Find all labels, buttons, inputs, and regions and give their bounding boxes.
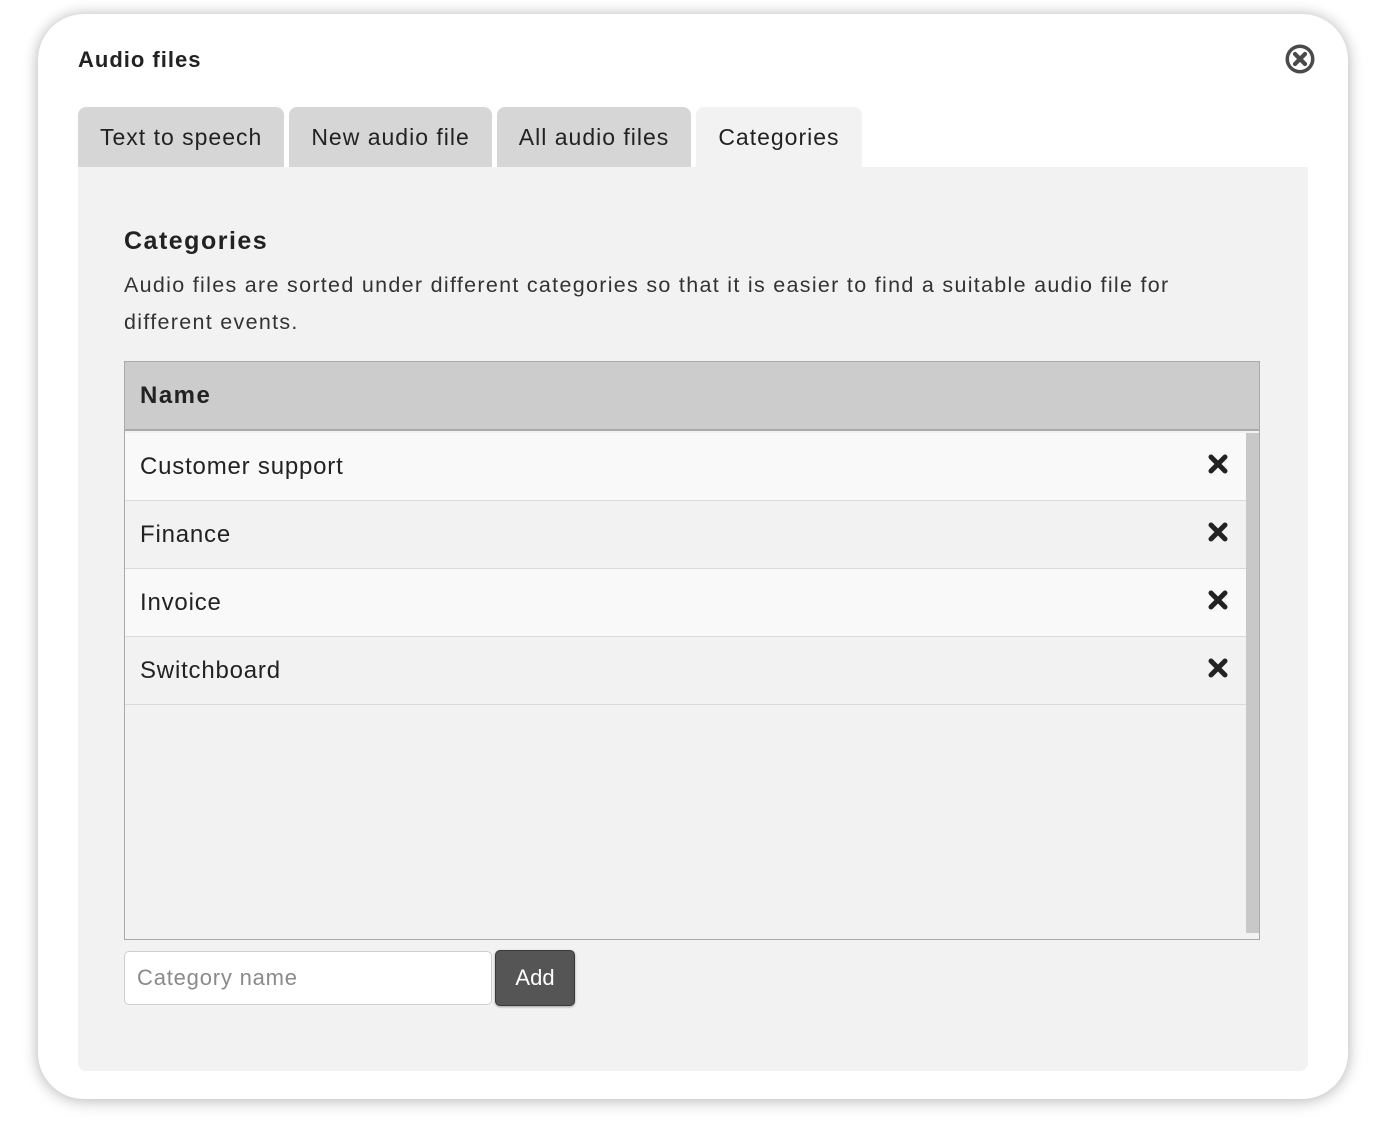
delete-row-button[interactable] bbox=[1207, 589, 1229, 611]
dialog-title: Audio files bbox=[78, 47, 202, 72]
categories-panel: Categories Audio files are sorted under … bbox=[78, 167, 1308, 1071]
delete-row-button[interactable] bbox=[1207, 521, 1229, 543]
tab-new-audio-file[interactable]: New audio file bbox=[289, 107, 492, 167]
column-header-name[interactable]: Name bbox=[125, 362, 1259, 431]
section-heading: Categories bbox=[124, 227, 269, 255]
table-scrollbar[interactable] bbox=[1246, 433, 1259, 933]
table-row[interactable]: Customer support bbox=[125, 433, 1246, 501]
delete-row-button[interactable] bbox=[1207, 657, 1229, 679]
table-row[interactable]: Invoice bbox=[125, 569, 1246, 637]
row-name: Invoice bbox=[140, 589, 222, 616]
tab-categories[interactable]: Categories bbox=[696, 107, 862, 167]
delete-x-icon bbox=[1208, 590, 1228, 610]
delete-x-icon bbox=[1208, 658, 1228, 678]
close-circle-icon bbox=[1285, 44, 1315, 74]
add-button[interactable]: Add bbox=[495, 950, 575, 1006]
tab-bar: Text to speech New audio file All audio … bbox=[78, 107, 867, 167]
audio-files-dialog: Audio files Text to speech New audio fil… bbox=[38, 14, 1348, 1099]
tab-text-to-speech[interactable]: Text to speech bbox=[78, 107, 285, 167]
section-description: Audio files are sorted under different c… bbox=[124, 273, 1170, 334]
delete-x-icon bbox=[1208, 454, 1228, 474]
close-button[interactable] bbox=[1284, 43, 1316, 75]
tab-all-audio-files[interactable]: All audio files bbox=[496, 107, 692, 167]
table-body: Customer support Finance Invoice Switchb… bbox=[125, 433, 1246, 939]
row-name: Customer support bbox=[140, 453, 344, 480]
add-category-form: Add bbox=[124, 950, 575, 1006]
delete-row-button[interactable] bbox=[1207, 453, 1229, 475]
row-name: Finance bbox=[140, 521, 231, 548]
table-row[interactable]: Switchboard bbox=[125, 637, 1246, 705]
row-name: Switchboard bbox=[140, 657, 281, 684]
table-row[interactable]: Finance bbox=[125, 501, 1246, 569]
categories-table: Name Customer support Finance Invoice Sw… bbox=[124, 361, 1260, 940]
category-name-input[interactable] bbox=[124, 951, 492, 1005]
delete-x-icon bbox=[1208, 522, 1228, 542]
